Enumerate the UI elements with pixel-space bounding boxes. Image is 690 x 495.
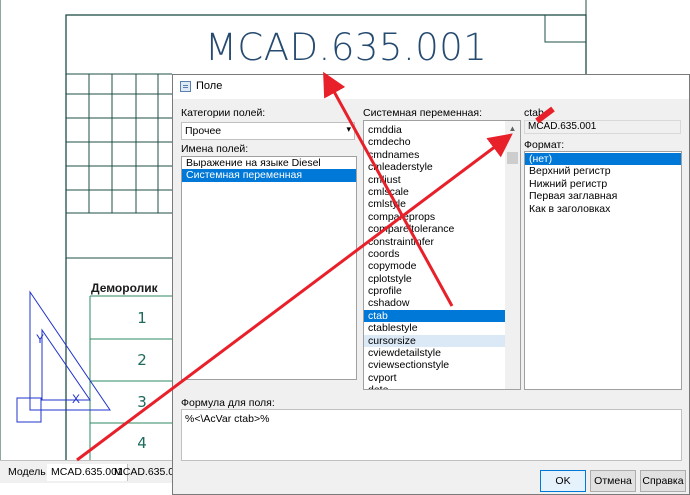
annotation-arrow-tail	[535, 106, 555, 124]
annotation-arrow	[76, 133, 513, 462]
annotation-overlay	[76, 71, 555, 462]
